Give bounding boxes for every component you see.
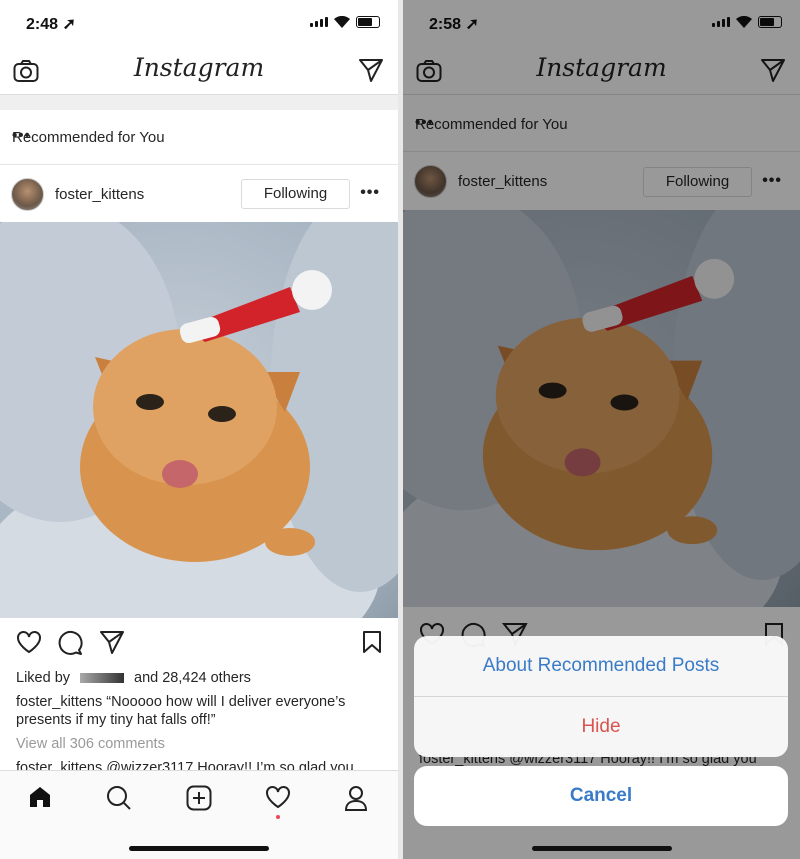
more-options-icon[interactable]: ••• xyxy=(12,127,380,144)
wifi-icon xyxy=(334,16,350,28)
phone-screen-feed: 2:48 ➚ Instagram Recommended for You •••… xyxy=(0,0,398,859)
activity-heart-icon[interactable] xyxy=(265,785,291,809)
app-header: Instagram xyxy=(0,45,398,95)
phone-screen-action-sheet: 2:58 ➚ Instagram Recommended for You •••… xyxy=(403,0,800,859)
post-more-icon[interactable]: ••• xyxy=(360,184,380,202)
liked-by-label: Liked by xyxy=(16,670,71,686)
home-icon[interactable] xyxy=(28,785,52,809)
battery-icon xyxy=(356,16,380,28)
avatar[interactable] xyxy=(11,178,44,211)
like-heart-icon[interactable] xyxy=(16,630,42,654)
direct-message-icon[interactable] xyxy=(358,57,384,83)
instagram-logo: Instagram xyxy=(133,53,265,82)
following-button[interactable]: Following xyxy=(241,179,350,209)
status-time: 2:48 ➚ xyxy=(26,16,76,33)
post-header: foster_kittens Following ••• xyxy=(0,166,398,223)
likes-count[interactable]: Liked by and 28,424 others xyxy=(16,669,251,687)
post-actions xyxy=(0,620,398,660)
cancel-sheet: Cancel xyxy=(414,766,788,826)
bookmark-icon[interactable] xyxy=(362,630,382,654)
post-photo[interactable] xyxy=(0,222,398,618)
comment-icon[interactable] xyxy=(57,630,83,656)
redacted-username xyxy=(80,673,125,684)
likes-others: and 28,424 others xyxy=(134,670,251,686)
add-post-icon[interactable] xyxy=(186,785,212,811)
view-comments-link[interactable]: View all 306 comments xyxy=(16,735,165,753)
profile-icon[interactable] xyxy=(344,785,368,811)
search-icon[interactable] xyxy=(106,785,132,811)
status-bar: 2:48 ➚ xyxy=(0,0,398,45)
post-username[interactable]: foster_kittens xyxy=(55,186,144,203)
cancel-button[interactable]: Cancel xyxy=(414,766,788,826)
home-indicator[interactable] xyxy=(531,846,672,851)
notification-dot xyxy=(276,815,280,819)
recommended-header: Recommended for You ••• xyxy=(0,110,398,165)
hide-button[interactable]: Hide xyxy=(414,697,788,757)
action-sheet: About Recommended Posts Hide xyxy=(414,636,788,757)
kitten-image xyxy=(0,222,398,618)
about-recommended-posts-button[interactable]: About Recommended Posts xyxy=(414,636,788,696)
home-indicator[interactable] xyxy=(129,846,269,851)
separator xyxy=(0,95,398,110)
bottom-tab-bar xyxy=(0,770,398,859)
caption-username[interactable]: foster_kittens xyxy=(16,694,102,710)
post-caption: foster_kittens “Nooooo how will I delive… xyxy=(16,693,378,729)
share-icon[interactable] xyxy=(99,629,125,655)
cellular-icon xyxy=(310,17,328,27)
